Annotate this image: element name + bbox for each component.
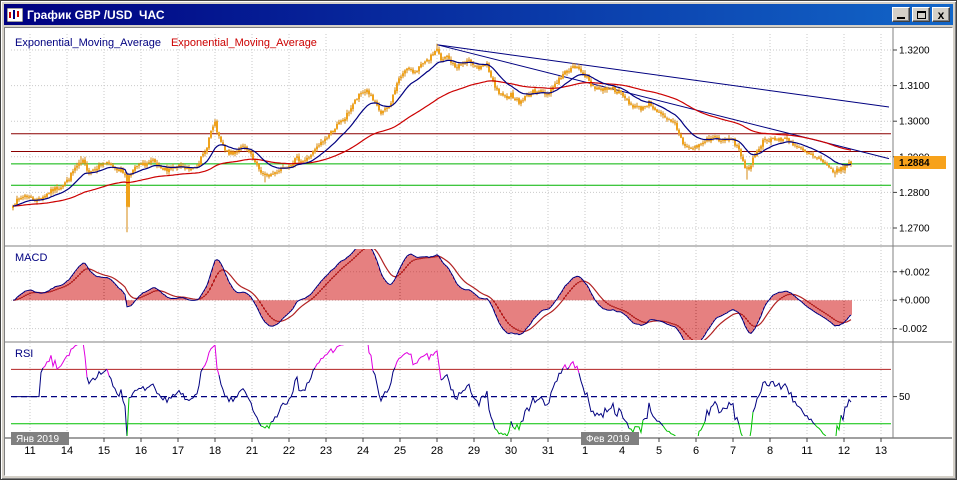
price-levels [11, 134, 891, 186]
x-tick-label: 8 [767, 445, 773, 457]
x-tick-label: 4 [619, 445, 625, 457]
rsi-label: RSI [15, 348, 33, 360]
minimize-icon [897, 17, 905, 19]
x-tick-label: 11 [801, 445, 812, 457]
x-tick-label: 15 [98, 445, 110, 457]
current-price-label: 1.2884 [899, 158, 930, 169]
x-tick-label: 13 [875, 445, 887, 457]
rsi-tick-label: 50 [899, 392, 911, 403]
x-tick-label: 1 [582, 445, 588, 457]
month-badge: Фев 2019 [581, 432, 639, 445]
macd-signal-line [13, 247, 851, 342]
price-tick-label: 1.3000 [899, 117, 930, 128]
x-tick-label: 11 [24, 445, 35, 457]
x-tick-label: 30 [505, 445, 517, 457]
chart-area[interactable]: Exponential_Moving_AverageExponential_Mo… [4, 27, 953, 476]
macd-scale[interactable]: +0.002 +0.000 -0.002 [893, 267, 930, 335]
month-badge: Янв 2019 [11, 432, 69, 445]
price-scale[interactable]: 1.32001.31001.30001.29001.28001.2700 [893, 46, 930, 235]
window-title: График GBP /USD ЧАС [27, 8, 888, 22]
month-badge-label: Фев 2019 [586, 434, 630, 445]
macd-tick-label: +0.000 [899, 296, 930, 307]
chart-window: График GBP /USD ЧАС x Exponential_Moving… [0, 0, 957, 480]
ema-slow-line [13, 81, 851, 206]
x-tick-label: 14 [61, 445, 73, 457]
x-tick-label: 24 [357, 445, 369, 457]
x-axis[interactable]: 1114151617182122232425282930311456781112… [24, 438, 887, 457]
x-tick-label: 18 [209, 445, 221, 457]
current-price-badge: 1.2884 [894, 156, 946, 169]
candle-bodies [12, 49, 852, 208]
window-controls: x [892, 7, 950, 22]
close-icon: x [938, 9, 945, 21]
x-tick-label: 12 [838, 445, 850, 457]
x-tick-label: 23 [320, 445, 332, 457]
x-tick-label: 21 [246, 445, 258, 457]
x-tick-label: 25 [394, 445, 406, 457]
macd-series [13, 243, 851, 347]
macd-label: MACD [15, 252, 47, 264]
price-tick-label: 1.3100 [899, 81, 930, 92]
x-tick-label: 16 [135, 445, 147, 457]
titlebar[interactable]: График GBP /USD ЧАС x [4, 4, 953, 25]
ema-fast-line [13, 60, 851, 206]
price-tick-label: 1.3200 [899, 46, 930, 57]
macd-tick-label: -0.002 [899, 324, 928, 335]
x-tick-label: 5 [656, 445, 662, 457]
candlesticks [12, 44, 852, 232]
chart-icon [7, 8, 23, 22]
rsi-scale[interactable]: 50 [893, 392, 911, 403]
x-tick-label: 29 [468, 445, 480, 457]
x-tick-label: 7 [730, 445, 736, 457]
rsi-series [11, 335, 891, 452]
macd-histogram [13, 243, 851, 347]
chart-canvas[interactable]: Exponential_Moving_AverageExponential_Mo… [5, 28, 952, 475]
maximize-icon [917, 11, 926, 19]
x-tick-label: 22 [283, 445, 295, 457]
minimize-button[interactable] [892, 7, 910, 22]
x-tick-label: 28 [431, 445, 443, 457]
price-tick-label: 1.2700 [899, 224, 930, 235]
month-badge-label: Янв 2019 [16, 434, 60, 445]
x-tick-label: 17 [172, 445, 184, 457]
close-button[interactable]: x [932, 7, 950, 22]
gridlines [11, 34, 891, 436]
x-tick-label: 6 [693, 445, 699, 457]
maximize-button[interactable] [912, 7, 930, 22]
macd-tick-label: +0.002 [899, 267, 930, 278]
indicator-label-ema: Exponential_Moving_AverageExponential_Mo… [15, 37, 317, 49]
macd-line [13, 243, 851, 347]
x-tick-label: 31 [542, 445, 554, 457]
price-tick-label: 1.2800 [899, 188, 930, 199]
